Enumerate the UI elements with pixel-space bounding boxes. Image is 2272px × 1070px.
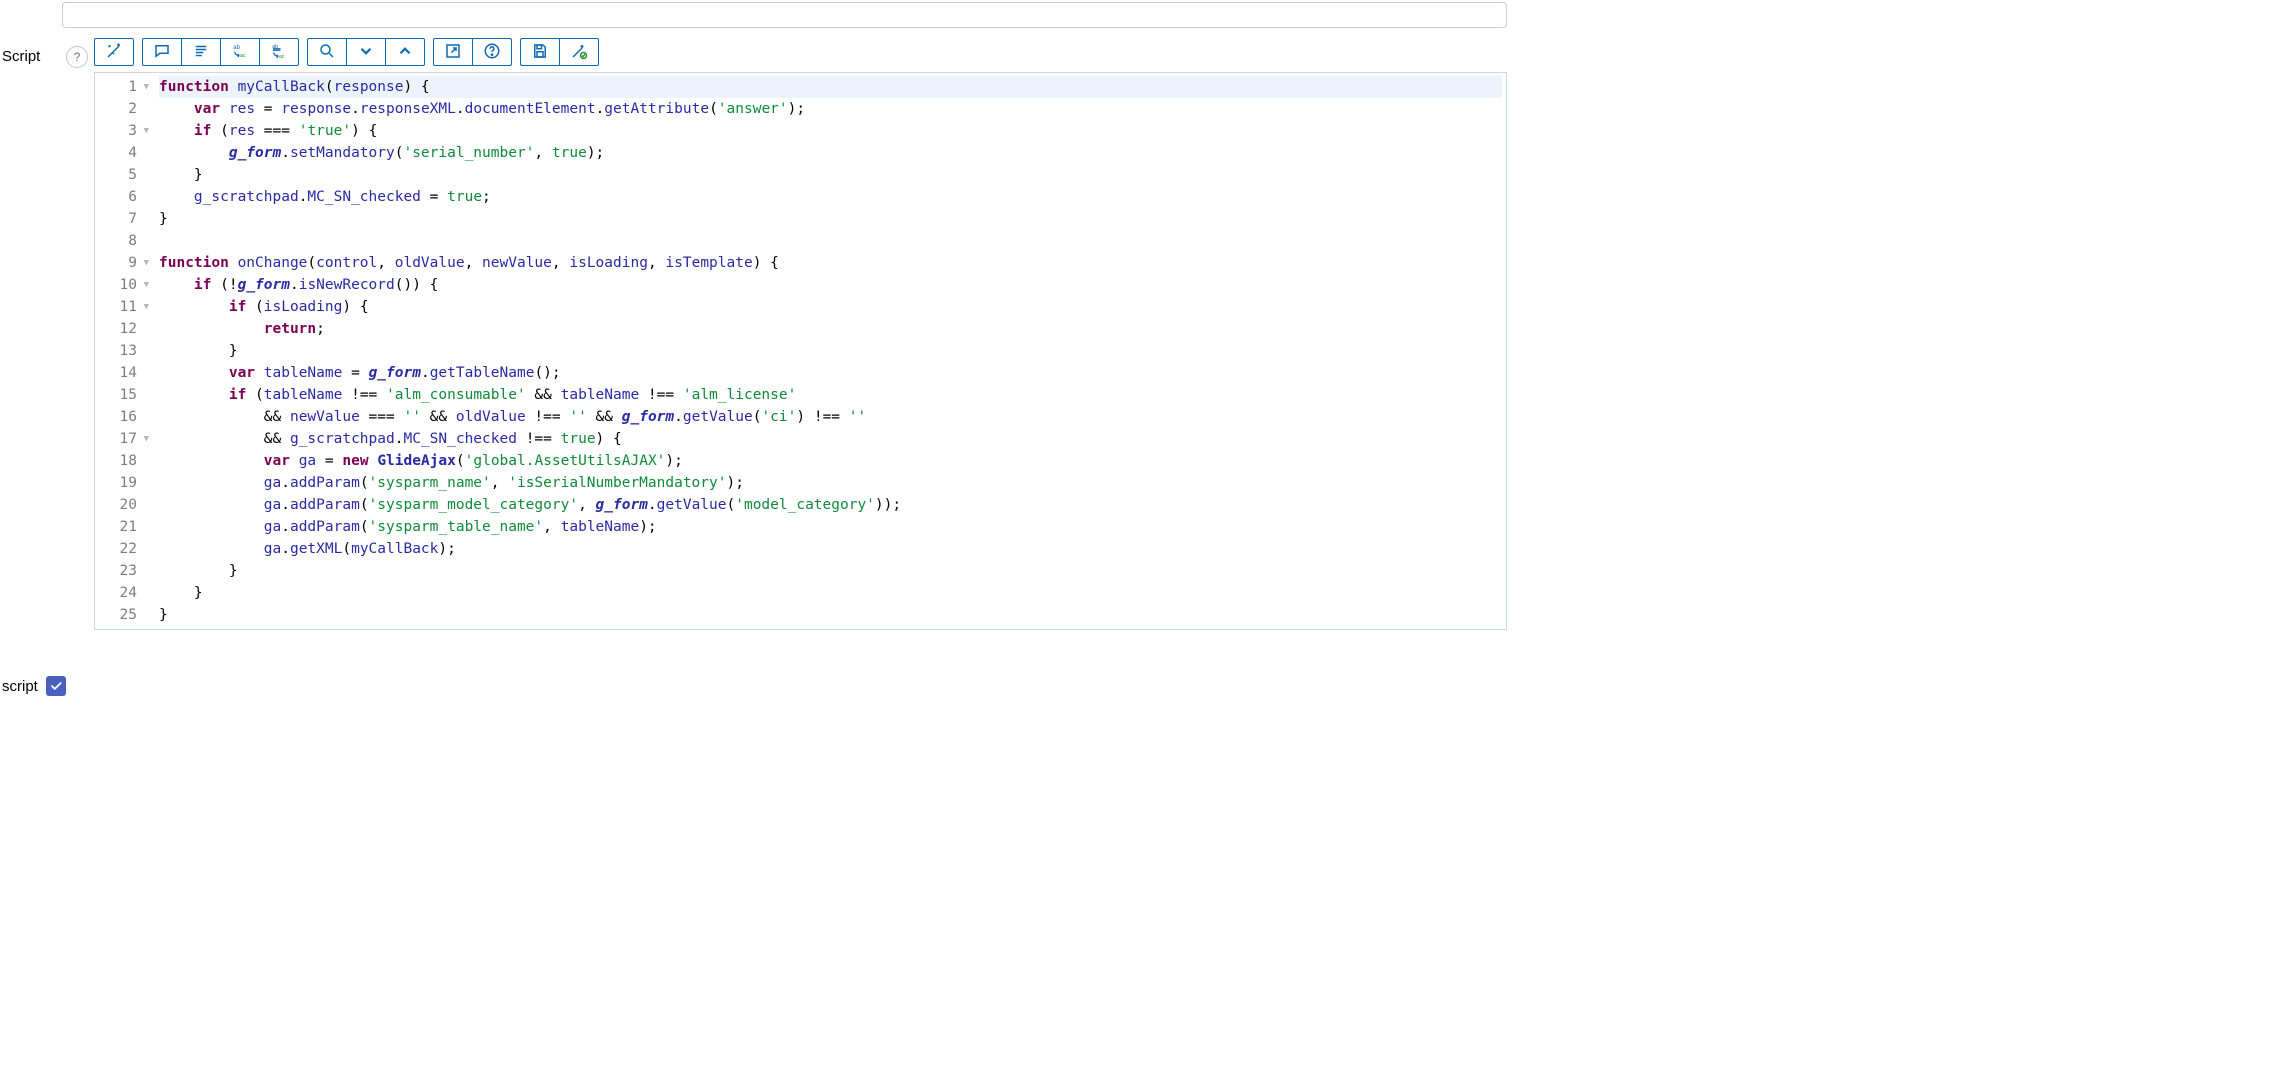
- chevron-down-icon: [357, 42, 375, 63]
- code-line: }: [159, 582, 1502, 604]
- format-code-button[interactable]: [94, 38, 134, 66]
- footer-script-checkbox[interactable]: [46, 676, 66, 696]
- save-icon: [531, 42, 549, 63]
- comment-icon: [153, 42, 171, 63]
- code-line: var ga = new GlideAjax('global.AssetUtil…: [159, 450, 1502, 472]
- gutter-line: 25: [105, 604, 149, 626]
- code-line: ga.addParam('sysparm_model_category', g_…: [159, 494, 1502, 516]
- gutter-line: 18: [105, 450, 149, 472]
- replace-button[interactable]: abac: [220, 38, 260, 66]
- code-line: g_form.setMandatory('serial_number', tru…: [159, 142, 1502, 164]
- gutter-line: 9▼: [105, 252, 149, 274]
- gutter-line: 21: [105, 516, 149, 538]
- gutter-line: 2: [105, 98, 149, 120]
- scroll-down-button[interactable]: [346, 38, 386, 66]
- top-input-field[interactable]: [62, 2, 1507, 28]
- code-line: ga.addParam('sysparm_name', 'isSerialNum…: [159, 472, 1502, 494]
- save-button[interactable]: [520, 38, 560, 66]
- code-line: }: [159, 164, 1502, 186]
- code-line: }: [159, 560, 1502, 582]
- popout-icon: [444, 42, 462, 63]
- script-check-icon: [570, 42, 588, 63]
- help-icon[interactable]: ?: [66, 46, 88, 68]
- script-field-section: Script ?: [0, 2, 1515, 696]
- gutter-line: 24: [105, 582, 149, 604]
- syntax-check-button[interactable]: [559, 38, 599, 66]
- code-line: if (!g_form.isNewRecord()) {: [159, 274, 1502, 296]
- gutter-line: 5: [105, 164, 149, 186]
- code-line: function myCallBack(response) {: [159, 76, 1502, 98]
- replace-all-icon: abac: [270, 42, 288, 63]
- gutter-line: 17▼: [105, 428, 149, 450]
- show-description-button[interactable]: [181, 38, 221, 66]
- scroll-up-button[interactable]: [385, 38, 425, 66]
- toolbar-group-1: abac abac: [142, 38, 299, 66]
- gutter-line: 15: [105, 384, 149, 406]
- code-line: return;: [159, 318, 1502, 340]
- gutter-line: 13: [105, 340, 149, 362]
- gutter-line: 23: [105, 560, 149, 582]
- gutter-line: 11▼: [105, 296, 149, 318]
- toolbar-group-3: [433, 38, 512, 66]
- code-line: && newValue === '' && oldValue !== '' &&…: [159, 406, 1502, 428]
- search-icon: [318, 42, 336, 63]
- footer-row: script: [2, 676, 1515, 696]
- wand-icon: [105, 42, 123, 63]
- script-label: Script: [0, 34, 62, 65]
- footer-script-label: script: [2, 678, 38, 695]
- gutter-line: 22: [105, 538, 149, 560]
- replace-icon: abac: [231, 42, 249, 63]
- line-gutter: 1▼2 3▼4 5 6 7 8 9▼10▼11▼12 13 14 15 16 1…: [95, 73, 155, 629]
- gutter-line: 14: [105, 362, 149, 384]
- code-line: [159, 230, 1502, 252]
- gutter-line: 20: [105, 494, 149, 516]
- code-line: var res = response.responseXML.documentE…: [159, 98, 1502, 120]
- fullscreen-button[interactable]: [433, 38, 473, 66]
- toolbar-wrap: abac abac: [88, 34, 1515, 630]
- code-line: ga.getXML(myCallBack);: [159, 538, 1502, 560]
- toggle-comment-button[interactable]: [142, 38, 182, 66]
- code-line: function onChange(control, oldValue, new…: [159, 252, 1502, 274]
- gutter-line: 12: [105, 318, 149, 340]
- svg-text:ac: ac: [240, 53, 246, 59]
- code-editor[interactable]: 1▼2 3▼4 5 6 7 8 9▼10▼11▼12 13 14 15 16 1…: [94, 72, 1507, 630]
- code-area[interactable]: function myCallBack(response) { var res …: [155, 73, 1506, 629]
- code-line: }: [159, 340, 1502, 362]
- editor-toolbar: abac abac: [94, 34, 1515, 72]
- replace-all-button[interactable]: abac: [259, 38, 299, 66]
- gutter-line: 3▼: [105, 120, 149, 142]
- gutter-line: 10▼: [105, 274, 149, 296]
- svg-text:ab: ab: [233, 44, 240, 50]
- gutter-line: 7: [105, 208, 149, 230]
- code-line: g_scratchpad.MC_SN_checked = true;: [159, 186, 1502, 208]
- code-line: if (tableName !== 'alm_consumable' && ta…: [159, 384, 1502, 406]
- lines-icon: [192, 42, 210, 63]
- question-icon: [483, 42, 501, 63]
- gutter-line: 6: [105, 186, 149, 208]
- svg-text:ac: ac: [279, 53, 285, 59]
- code-line: if (res === 'true') {: [159, 120, 1502, 142]
- gutter-line: 4: [105, 142, 149, 164]
- script-row: Script ?: [0, 34, 1515, 630]
- gutter-line: 16: [105, 406, 149, 428]
- code-line: && g_scratchpad.MC_SN_checked !== true) …: [159, 428, 1502, 450]
- search-button[interactable]: [307, 38, 347, 66]
- gutter-line: 19: [105, 472, 149, 494]
- gutter-line: 8: [105, 230, 149, 252]
- gutter-line: 1▼: [105, 76, 149, 98]
- code-line: }: [159, 208, 1502, 230]
- code-line: var tableName = g_form.getTableName();: [159, 362, 1502, 384]
- chevron-up-icon: [396, 42, 414, 63]
- code-line: }: [159, 604, 1502, 626]
- code-line: ga.addParam('sysparm_table_name', tableN…: [159, 516, 1502, 538]
- toolbar-group-4: [520, 38, 599, 66]
- code-line: if (isLoading) {: [159, 296, 1502, 318]
- help-button[interactable]: [472, 38, 512, 66]
- toolbar-group-2: [307, 38, 425, 66]
